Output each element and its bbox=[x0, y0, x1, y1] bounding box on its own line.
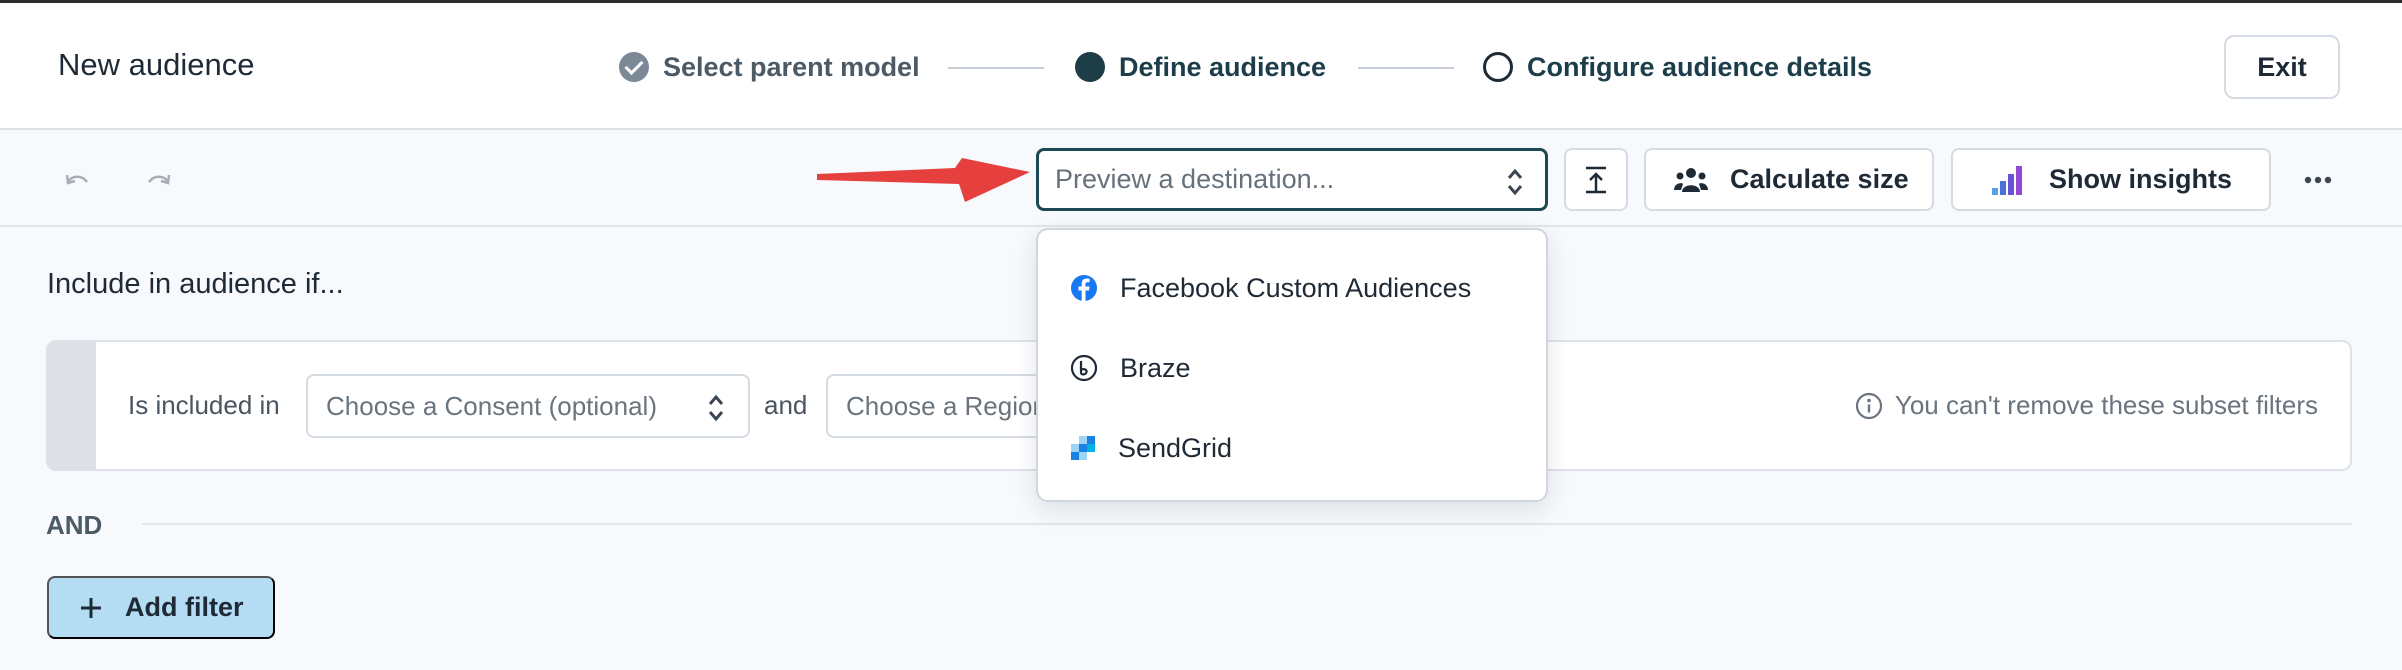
undo-icon bbox=[65, 174, 89, 185]
and-separator-label: AND bbox=[46, 510, 103, 540]
ellipsis-icon bbox=[2304, 176, 2332, 184]
menu-item-label: SendGrid bbox=[1118, 432, 1233, 463]
include-heading: Include in audience if... bbox=[47, 268, 344, 300]
add-filter-label: Add filter bbox=[125, 592, 244, 622]
step-connector bbox=[948, 67, 1044, 69]
sendgrid-icon bbox=[1071, 436, 1095, 460]
info-icon bbox=[1855, 392, 1882, 419]
current-step-icon bbox=[1075, 52, 1105, 82]
calculate-size-label: Calculate size bbox=[1730, 164, 1909, 194]
preview-destination-placeholder: Preview a destination... bbox=[1055, 164, 1335, 194]
wizard-header: New audience Select parent model Define … bbox=[0, 0, 2402, 130]
step-label: Configure audience details bbox=[1527, 51, 1873, 82]
plus-icon bbox=[81, 597, 101, 618]
chevron-up-down-icon bbox=[1507, 168, 1523, 196]
menu-item-facebook-custom-audiences[interactable]: Facebook Custom Audiences bbox=[1070, 268, 1471, 308]
step-define-audience[interactable]: Define audience bbox=[1075, 49, 1326, 85]
red-arrow-icon bbox=[817, 158, 1030, 202]
insights-bar-chart-icon bbox=[1992, 165, 2022, 195]
consent-select[interactable]: Choose a Consent (optional) bbox=[306, 374, 750, 438]
consent-placeholder: Choose a Consent (optional) bbox=[326, 390, 657, 421]
destination-dropdown-menu: Facebook Custom Audiences Braze SendGrid bbox=[1036, 228, 1548, 502]
facebook-icon bbox=[1071, 275, 1097, 301]
calculate-size-button[interactable]: Calculate size bbox=[1644, 148, 1934, 211]
upload-button[interactable] bbox=[1564, 148, 1628, 211]
redo-button[interactable] bbox=[138, 160, 178, 200]
is-included-label: Is included in bbox=[128, 390, 280, 420]
braze-icon bbox=[1070, 354, 1098, 382]
redo-icon bbox=[147, 174, 171, 185]
step-label: Define audience bbox=[1119, 51, 1327, 82]
users-icon bbox=[1674, 167, 1708, 192]
preview-destination-select[interactable]: Preview a destination... bbox=[1036, 148, 1548, 211]
show-insights-label: Show insights bbox=[2049, 164, 2233, 194]
step-select-parent-model[interactable]: Select parent model bbox=[619, 49, 920, 85]
and-label: and bbox=[764, 390, 808, 420]
step-configure-audience-details[interactable]: Configure audience details bbox=[1483, 49, 1872, 85]
upload-icon bbox=[1586, 166, 1606, 193]
menu-item-sendgrid[interactable]: SendGrid bbox=[1070, 428, 1232, 468]
step-label: Select parent model bbox=[663, 51, 920, 82]
menu-item-braze[interactable]: Braze bbox=[1070, 348, 1191, 388]
undo-button[interactable] bbox=[58, 160, 98, 200]
and-divider bbox=[142, 523, 2352, 525]
exit-button[interactable]: Exit bbox=[2224, 35, 2340, 99]
subset-note-text: You can't remove these subset filters bbox=[1894, 390, 2318, 420]
step-connector bbox=[1358, 67, 1454, 69]
show-insights-button[interactable]: Show insights bbox=[1951, 148, 2271, 211]
menu-item-label: Braze bbox=[1120, 352, 1191, 383]
check-circle-icon bbox=[619, 52, 649, 82]
add-filter-button[interactable]: Add filter bbox=[47, 576, 275, 639]
empty-circle-icon bbox=[1483, 52, 1513, 82]
region-placeholder: Choose a Region bbox=[846, 390, 1047, 421]
card-stripe bbox=[48, 342, 96, 469]
more-options-button[interactable] bbox=[2298, 160, 2338, 200]
chevron-up-down-icon bbox=[708, 394, 724, 422]
menu-item-label: Facebook Custom Audiences bbox=[1120, 272, 1472, 303]
page-title: New audience bbox=[58, 47, 255, 82]
subset-filter-note: You can't remove these subset filters bbox=[1855, 390, 2318, 421]
